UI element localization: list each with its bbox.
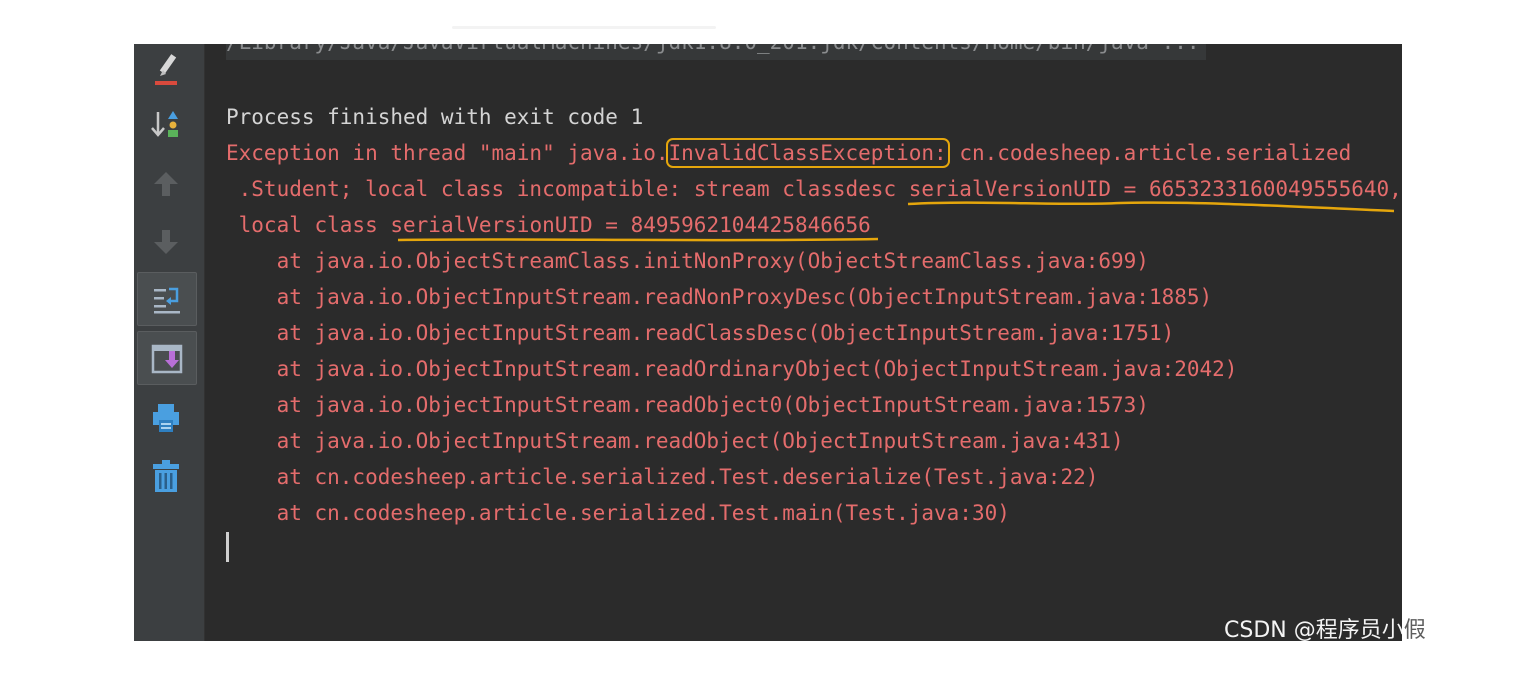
exception-line-2: .Student; local class incompatible: stre… <box>226 172 1402 208</box>
csdn-watermark: CSDN @程序员小假 <box>1224 612 1426 644</box>
line2-prefix: .Student; local class incompatible: stre… <box>226 177 909 201</box>
trash-button[interactable] <box>137 450 195 502</box>
scroll-to-end-icon <box>151 344 183 374</box>
stack-frame[interactable]: at java.io.ObjectStreamClass.initNonProx… <box>226 244 1149 280</box>
exception-line-3: local class serialVersionUID = 849596210… <box>226 208 871 244</box>
exception-name-highlight: InvalidClassException: <box>665 138 950 168</box>
console-toolbar <box>134 44 205 641</box>
local-uid-text: serialVersionUID = 8495962104425846656 <box>390 213 871 237</box>
soft-wrap-button[interactable] <box>137 272 197 326</box>
stream-uid-text: serialVersionUID = 6653233160049555640, <box>908 177 1402 201</box>
console-output[interactable]: /Library/Java/JavaVirtualMachines/jdk1.8… <box>226 44 1402 641</box>
exception-line-1: Exception in thread "main" java.io.Inval… <box>226 136 1351 172</box>
stack-frame[interactable]: at java.io.ObjectInputStream.readNonProx… <box>226 280 1213 316</box>
up-button[interactable] <box>137 158 195 210</box>
scroll-to-end-button[interactable] <box>137 331 197 385</box>
stack-frame[interactable]: at java.io.ObjectInputStream.readObject(… <box>226 424 1124 460</box>
clear-edit-button[interactable] <box>137 44 195 96</box>
run-console-window: /Library/Java/JavaVirtualMachines/jdk1.8… <box>134 44 1402 641</box>
line3-prefix: local class <box>226 213 391 237</box>
down-button[interactable] <box>137 216 195 268</box>
exit-line: Process finished with exit code 1 <box>226 105 644 129</box>
exception-suffix: cn.codesheep.article.serialized <box>946 141 1352 165</box>
stack-frame[interactable]: at cn.codesheep.article.serialized.Test.… <box>226 460 1099 496</box>
soft-wrap-icon <box>154 287 180 314</box>
watermark-main: CSDN @程序员小 <box>1224 618 1404 643</box>
stack-frame[interactable]: at java.io.ObjectInputStream.readClassDe… <box>226 316 1175 352</box>
text-cursor <box>226 532 229 562</box>
trash-icon <box>153 460 179 492</box>
down-arrow-icon <box>154 230 178 254</box>
exception-prefix: Exception in thread "main" java.io. <box>226 141 669 165</box>
print-button[interactable] <box>137 392 195 444</box>
print-icon <box>153 404 179 432</box>
clear-edit-icon <box>155 54 177 85</box>
sort-button[interactable] <box>137 98 195 150</box>
watermark-tail: 假 <box>1403 618 1426 643</box>
stack-frame[interactable]: at java.io.ObjectInputStream.readOrdinar… <box>226 352 1238 388</box>
top-strip <box>452 26 716 29</box>
up-arrow-icon <box>154 172 178 196</box>
command-line: /Library/Java/JavaVirtualMachines/jdk1.8… <box>226 44 1206 60</box>
stack-frame[interactable]: at cn.codesheep.article.serialized.Test.… <box>226 496 1010 532</box>
stack-frame[interactable]: at java.io.ObjectInputStream.readObject0… <box>226 388 1149 424</box>
sort-icon <box>151 111 178 137</box>
